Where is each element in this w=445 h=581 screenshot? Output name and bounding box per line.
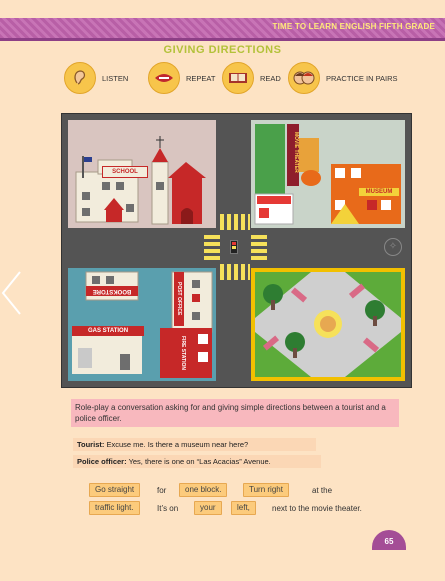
ear-icon: [64, 62, 96, 94]
post-office-sign: POST OFFICE: [174, 272, 184, 326]
phrase-your[interactable]: your: [194, 501, 222, 515]
practice-in-pairs-label: PRACTICE IN PAIRS: [326, 73, 398, 83]
practice-in-pairs-activity: PRACTICE IN PAIRS: [288, 62, 398, 94]
phrase-go-straight[interactable]: Go straight: [89, 483, 141, 497]
tourist-line: Tourist: Excuse me. Is there a museum ne…: [73, 438, 316, 451]
pair-faces-icon: [288, 62, 320, 94]
traffic-light-icon: [230, 240, 238, 254]
phrase-one-block[interactable]: one block.: [179, 483, 228, 497]
listen-activity: LISTEN: [64, 62, 128, 94]
phrase-left[interactable]: left,: [231, 501, 256, 515]
movie-theater-sign: MOVIE THEATER: [287, 126, 299, 178]
book-icon: [222, 62, 254, 94]
fire-station-sign: FIRE STATION: [178, 330, 188, 376]
museum-sign: MUSEUM: [359, 188, 399, 196]
page-title: GIVING DIRECTIONS: [163, 44, 282, 56]
phrase-next-to: next to the movie theater.: [272, 504, 362, 513]
phrase-for: for: [157, 486, 167, 495]
mouth-icon: [148, 62, 180, 94]
school-block: SCHOOL: [68, 120, 216, 228]
crosswalk-south: [220, 264, 250, 280]
top-header: TIME TO LEARN ENGLISH FIFTH GRADE: [0, 0, 445, 41]
phrase-its-on: It’s on: [157, 504, 179, 513]
read-label: READ: [260, 73, 281, 83]
gas-station-sign: GAS STATION: [72, 326, 144, 336]
book-title: TIME TO LEARN ENGLISH FIFTH GRADE: [272, 22, 435, 31]
page-number-badge: 65: [372, 530, 406, 550]
tourist-text: Excuse me. Is there a museum near here?: [106, 440, 249, 449]
museum-block: MOVIE THEATER MUSEUM: [251, 120, 405, 228]
phrase-traffic-light[interactable]: traffic light.: [89, 501, 140, 515]
tourist-label: Tourist:: [77, 440, 105, 449]
officer-text: Yes, there is one on “Las Acacias” Avenu…: [128, 457, 271, 466]
town-map: SCHOOL MOVIE THEATER MUSEUM ✧ BOOKSTORE …: [61, 113, 412, 388]
page-number: 65: [384, 537, 394, 546]
phrase-turn-right[interactable]: Turn right: [243, 483, 289, 497]
officer-line: Police officer: Yes, there is one on “La…: [73, 455, 321, 468]
gas-station-block: BOOKSTORE GAS STATION POST OFFICE FIRE S…: [68, 268, 216, 381]
listen-label: LISTEN: [102, 73, 129, 83]
compass-icon: ✧: [384, 238, 402, 256]
previous-page-arrow-icon[interactable]: [0, 270, 24, 316]
park-block: [251, 268, 405, 381]
officer-label: Police officer:: [77, 457, 127, 466]
crosswalk-north: [220, 214, 250, 230]
repeat-label: REPEAT: [186, 73, 216, 83]
bookstore-sign: BOOKSTORE: [86, 286, 138, 296]
role-play-instructions: Role-play a conversation asking for and …: [71, 399, 399, 427]
activity-icons-row: LISTEN REPEAT READ PRACTICE IN PAIRS: [64, 62, 424, 94]
crosswalk-west: [204, 232, 220, 260]
school-sign: SCHOOL: [102, 166, 148, 178]
crosswalk-east: [251, 232, 267, 260]
repeat-activity: REPEAT: [148, 62, 215, 94]
read-activity: READ: [222, 62, 281, 94]
phrase-at-the: at the: [312, 486, 333, 495]
